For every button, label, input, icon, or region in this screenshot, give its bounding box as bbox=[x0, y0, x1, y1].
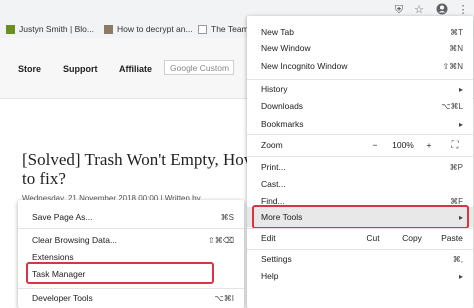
menu-label: Edit bbox=[261, 233, 276, 243]
paste-button[interactable]: Paste bbox=[435, 228, 469, 248]
bookmark-label: How to decrypt an... bbox=[117, 24, 193, 34]
menu-label: Clear Browsing Data... bbox=[32, 235, 118, 245]
menu-help[interactable]: Help ▸ bbox=[247, 266, 473, 286]
bookmark-label: Justyn Smith | Blo... bbox=[19, 24, 94, 34]
zoom-level: 100% bbox=[392, 140, 414, 150]
menu-shortcut: ⌥⌘L bbox=[441, 101, 463, 111]
menu-shortcut: ⌘S bbox=[220, 212, 234, 222]
menu-new-window[interactable]: New Window ⌘N bbox=[247, 38, 473, 58]
menu-label: New Incognito Window bbox=[261, 61, 348, 71]
menu-label: Developer Tools bbox=[32, 293, 93, 303]
search-input[interactable]: Google Custom bbox=[164, 60, 234, 75]
menu-label: New Window bbox=[261, 43, 311, 53]
chrome-menu: New Tab ⌘T New Window ⌘N New Incognito W… bbox=[247, 16, 473, 308]
menu-bookmarks[interactable]: Bookmarks ▸ bbox=[247, 114, 473, 134]
menu-label: Downloads bbox=[261, 101, 304, 111]
copy-button[interactable]: Copy bbox=[395, 228, 429, 248]
zoom-out-button[interactable]: − bbox=[365, 135, 385, 155]
article-title: [Solved] Trash Won't Empty, How to fix? bbox=[22, 150, 257, 188]
menu-label: Bookmarks bbox=[261, 119, 304, 129]
fullscreen-icon[interactable]: ⛶ bbox=[445, 135, 465, 155]
menu-label: Settings bbox=[261, 254, 292, 264]
favicon-icon bbox=[6, 24, 15, 34]
page-icon bbox=[198, 24, 207, 34]
nav-store[interactable]: Store bbox=[18, 64, 41, 74]
nav-affiliate[interactable]: Affiliate bbox=[119, 64, 152, 74]
bookmark-item[interactable]: Justyn Smith | Blo... bbox=[6, 23, 94, 35]
menu-shortcut: ⌘T bbox=[450, 27, 463, 37]
menu-save-page[interactable]: Save Page As... ⌘S bbox=[18, 207, 244, 227]
menu-label: Zoom bbox=[261, 140, 283, 150]
menu-edit: Edit Cut Copy Paste bbox=[247, 228, 473, 248]
menu-label: New Tab bbox=[261, 27, 294, 37]
menu-label: Save Page As... bbox=[32, 212, 93, 222]
zoom-in-button[interactable]: + bbox=[419, 135, 439, 155]
menu-label: Extensions bbox=[32, 252, 74, 262]
more-tools-submenu: Save Page As... ⌘S Clear Browsing Data..… bbox=[18, 200, 244, 308]
profile-icon[interactable] bbox=[435, 3, 449, 17]
menu-downloads[interactable]: Downloads ⌥⌘L bbox=[247, 96, 473, 116]
favicon-icon bbox=[104, 24, 113, 34]
star-icon[interactable]: ☆ bbox=[412, 3, 426, 17]
menu-shortcut: ⌥⌘I bbox=[214, 293, 234, 303]
kebab-menu-icon[interactable]: ⋮ bbox=[456, 3, 470, 17]
chevron-right-icon: ▸ bbox=[458, 119, 463, 129]
menu-shortcut: ⌘N bbox=[449, 43, 463, 53]
menu-separator bbox=[18, 228, 244, 229]
menu-label: Cast... bbox=[261, 179, 286, 189]
chevron-right-icon: ▸ bbox=[458, 271, 463, 281]
menu-developer-tools[interactable]: Developer Tools ⌥⌘I bbox=[18, 288, 244, 308]
menu-new-incognito[interactable]: New Incognito Window ⇧⌘N bbox=[247, 56, 473, 76]
bookmark-item[interactable]: The Team bbox=[198, 23, 249, 35]
menu-zoom: Zoom − 100% + ⛶ bbox=[247, 135, 473, 155]
menu-shortcut: ⌘, bbox=[452, 254, 463, 264]
highlight-box bbox=[26, 262, 214, 284]
menu-shortcut: ⌘P bbox=[449, 162, 463, 172]
cut-button[interactable]: Cut bbox=[359, 228, 387, 248]
extension-icon[interactable]: ⛨ bbox=[392, 3, 406, 17]
menu-label: History bbox=[261, 84, 288, 94]
bookmark-label: The Team bbox=[211, 24, 249, 34]
menu-label: Help bbox=[261, 271, 279, 281]
menu-shortcut: ⇧⌘N bbox=[442, 61, 463, 71]
nav-support[interactable]: Support bbox=[63, 64, 98, 74]
bookmark-item[interactable]: How to decrypt an... bbox=[104, 23, 193, 35]
chevron-right-icon: ▸ bbox=[458, 84, 463, 94]
highlight-box bbox=[252, 205, 469, 229]
menu-shortcut: ⇧⌘⌫ bbox=[207, 235, 234, 245]
menu-label: Print... bbox=[261, 162, 286, 172]
